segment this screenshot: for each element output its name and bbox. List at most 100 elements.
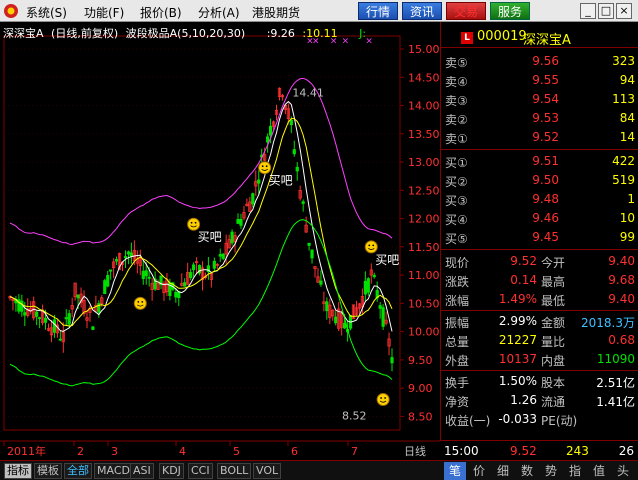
y-axis-label: 10.50	[408, 297, 440, 310]
detail-tab[interactable]: 价	[468, 462, 490, 480]
ask-label: 卖③	[445, 94, 468, 108]
indicator-tab[interactable]: 全部	[64, 463, 92, 479]
bid-price: 9.51	[532, 154, 559, 168]
bid-row[interactable]: 买③ 9.48 1	[441, 190, 638, 209]
quote-title: L 000019 深深宝A	[441, 28, 638, 48]
candle-body	[295, 166, 299, 172]
indicator-tab[interactable]: VOL	[253, 463, 282, 479]
ask-row[interactable]: 卖② 9.53 84	[441, 109, 638, 128]
minimize-icon[interactable]: _	[580, 3, 596, 19]
candle-body	[221, 253, 225, 259]
candle-body	[115, 259, 119, 262]
candle-body	[301, 201, 305, 204]
stat-value: 21227	[498, 333, 537, 347]
candle-body	[325, 301, 329, 312]
news-button[interactable]: 资讯	[402, 2, 442, 20]
ask-volume: 323	[612, 54, 635, 68]
y-axis-label: 8.50	[408, 410, 433, 423]
stat-value: 0.68	[608, 333, 635, 347]
ask-price: 9.56	[532, 54, 559, 68]
candle-body	[43, 317, 48, 323]
high-annotation: 14.41	[292, 86, 324, 99]
y-axis-label: 13.50	[408, 128, 440, 141]
service-button[interactable]: 服务	[490, 2, 530, 20]
close-icon[interactable]: ×	[616, 3, 632, 19]
detail-tab[interactable]: 细	[492, 462, 514, 480]
candle-body	[307, 242, 311, 246]
candle-body	[343, 322, 347, 329]
bottom-bar: 2011年 2 3 4 5 6 7 日线 15:00 9.52 243 26 指标 模板 全部 MA…	[0, 440, 638, 480]
ask-row[interactable]: 卖③ 9.54 113	[441, 90, 638, 109]
menu-quote[interactable]: 报价(B)	[140, 4, 182, 21]
market-button[interactable]: 行情	[358, 2, 398, 20]
stat-label: 最低	[541, 294, 566, 308]
candle-body	[191, 264, 196, 271]
menu-hk-futures[interactable]: 港股期货	[252, 4, 300, 21]
candle-body	[38, 317, 42, 320]
last-tick-row: 15:00 9.52 243 26	[440, 440, 638, 460]
bid-row[interactable]: 买② 9.50 519	[441, 171, 638, 190]
stat-label: 今开	[541, 256, 566, 270]
detail-tab[interactable]: 势	[540, 462, 562, 480]
stat-value: 9.68	[608, 273, 635, 287]
stat-value: 1.49%	[498, 292, 537, 306]
bid-row[interactable]: 买④ 9.46 10	[441, 209, 638, 228]
candle-body	[257, 179, 261, 184]
detail-tab[interactable]: 值	[588, 462, 610, 480]
trade-button[interactable]: 交易	[446, 2, 486, 20]
ask-row[interactable]: 卖⑤ 9.56 323	[441, 52, 638, 71]
indicator-tab[interactable]: BOLL	[217, 463, 252, 479]
stat-label: 振幅	[445, 316, 470, 330]
detail-tab[interactable]: 头	[612, 462, 634, 480]
stat-label: 股本	[541, 376, 566, 390]
candle-body	[378, 305, 382, 309]
quote-panel: L 000019 深深宝A 卖⑤ 9.56 323 卖④ 9.55 94 卖③ 9.54 113…	[440, 22, 638, 440]
stat-value: 9.40	[608, 292, 635, 306]
y-axis-label: 15.00	[408, 43, 440, 56]
kline-chart-panel[interactable]: 15.00 14.50 14.00 13.50 13.00 12.50 12.00 11.50…	[0, 22, 440, 440]
ask-price: 9.52	[532, 130, 559, 144]
stock-name-quote: 深深宝A	[523, 33, 571, 48]
indicator-tab[interactable]: 指标	[4, 463, 32, 479]
candle-body	[35, 311, 39, 317]
ask-row[interactable]: 卖① 9.52 14	[441, 128, 638, 147]
ask-volume: 84	[619, 111, 635, 125]
stat-label: 总量	[445, 335, 470, 349]
stat-value: 11090	[596, 352, 635, 366]
indicator-tab[interactable]: ASI	[130, 463, 154, 479]
detail-tab[interactable]: 数	[516, 462, 538, 480]
indicator-tabs: 指标 模板 全部 MACD ASI KDJ CCI BOLL VOL	[0, 460, 440, 480]
indicator-tab[interactable]: MACD	[94, 463, 133, 479]
buy-signal-icon	[258, 161, 272, 175]
bid-volume: 99	[619, 230, 635, 244]
menu-function[interactable]: 功能(F)	[84, 4, 124, 21]
y-axis-label: 9.50	[408, 354, 433, 367]
candle-body	[64, 317, 68, 320]
bid-row[interactable]: 买① 9.51 422	[441, 152, 638, 171]
indicator-tab[interactable]: CCI	[188, 463, 213, 479]
chart-mode: (日线,前复权)	[51, 27, 119, 40]
detail-tab[interactable]: 笔	[444, 462, 466, 480]
candle-body	[23, 312, 27, 316]
maximize-icon[interactable]: □	[598, 3, 614, 19]
kline-chart[interactable]: 15.00 14.50 14.00 13.50 13.00 12.50 12.00 11.50…	[0, 22, 440, 440]
stat-row: 现价 9.52 今开 9.40	[441, 252, 638, 271]
x-axis-label: 2	[77, 445, 84, 458]
candle-body	[91, 326, 95, 330]
y-axis-label: 14.50	[408, 71, 440, 84]
menu-analysis[interactable]: 分析(A)	[198, 4, 240, 21]
bid-row[interactable]: 买⑤ 9.45 99	[441, 228, 638, 247]
candle-body	[189, 272, 193, 279]
stat-label: 现价	[445, 256, 470, 270]
x-axis-label: 7	[351, 445, 358, 458]
ask-row[interactable]: 卖④ 9.55 94	[441, 71, 638, 90]
indicator-tab[interactable]: KDJ	[159, 463, 184, 479]
indicator-tab[interactable]: 模板	[34, 463, 62, 479]
y-axis-label: 13.00	[408, 156, 440, 169]
menu-system[interactable]: 系统(S)	[26, 4, 67, 21]
menu-bar: 系统(S) 功能(F) 报价(B) 分析(A) 港股期货 行情 资讯 交易 服务…	[0, 0, 638, 22]
stat-value: 9.40	[608, 254, 635, 268]
detail-tab[interactable]: 指	[564, 462, 586, 480]
ask-label: 卖②	[445, 113, 468, 127]
ask-volume: 14	[619, 130, 635, 144]
